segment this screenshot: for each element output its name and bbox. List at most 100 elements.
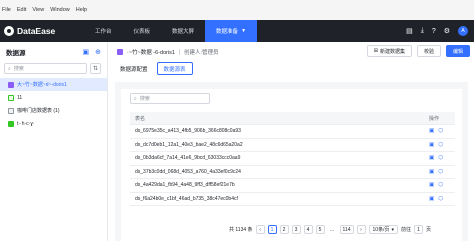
new-folder-icon[interactable]: ▣ (83, 48, 90, 56)
sidebar-item-datasource-4[interactable]: t··h·c·ɣ· (0, 117, 107, 130)
add-icon[interactable]: ⊕ (95, 48, 101, 56)
tab-label: 数据源配置 (120, 66, 148, 73)
window-menubar: File Edit View Window Help (0, 0, 474, 20)
sidebar-item-label: 咖啡门店数据表 (1) (17, 108, 60, 114)
create-dataset-icon[interactable]: ⬡ (438, 142, 443, 148)
tables-table: 表名 操作 ds_6975e35c_a413_4fb5_906b_366c808… (130, 112, 455, 206)
next-page-icon[interactable]: › (356, 225, 366, 234)
datasource-icon (8, 81, 14, 88)
datasource-title: ·~竹~数据 -6-doris1 (127, 50, 175, 56)
validate-label: 校验 (423, 48, 434, 55)
edit-label: 编辑 (452, 48, 463, 55)
menu-file[interactable]: File (2, 7, 11, 13)
view-icon[interactable]: ▣ (429, 128, 434, 134)
app-topbar: DataEase 工作台 仪表板 数据大屏 数据准备 ▼ ▤ ⤓ ? ⚙ A (0, 20, 474, 42)
settings-icon[interactable]: ⚙ (444, 27, 450, 35)
table-row[interactable]: ds_4a429da1_fb94_4a48_9ff3_dff58ef21e7b … (130, 179, 455, 193)
tab-datasource-tables[interactable]: 数据源表 (156, 62, 193, 75)
view-icon[interactable]: ▣ (429, 142, 434, 148)
view-icon[interactable]: ▣ (429, 182, 434, 188)
page-button[interactable]: 2 (279, 225, 289, 234)
create-dataset-icon[interactable]: ⬡ (438, 182, 443, 188)
table-name-cell: ds_f6a24b0e_c1bf_46ad_b735_38c47ec0b4cf (135, 195, 238, 202)
file-icon (8, 94, 14, 101)
tab-dashboard[interactable]: 仪表板 (123, 20, 162, 42)
datasource-sidebar: 数据源 ▣ ⊕ ⌕ 搜索 ⇅ 大~竹~数据~d~-doris1 11 咖啡门店数… (0, 42, 108, 241)
table-row[interactable]: ds_dc7d0eb1_12a1_40e3_bae2_48c6d65a20a2 … (130, 139, 455, 152)
table-name-cell: ds_dc7d0eb1_12a1_40e3_bae2_48c6d65a20a2 (135, 141, 243, 148)
total-count: 共 1134 条 (229, 227, 253, 233)
download-icon[interactable]: ⤓ (421, 27, 424, 35)
main-content: ·~竹~数据 -6-doris1 创建人:管理员 ⊞ 新建数据集 校验 编辑 数… (109, 42, 474, 241)
view-icon[interactable]: ▣ (429, 155, 434, 161)
creator-label: 创建人:管理员 (184, 50, 219, 56)
app-logo[interactable]: DataEase (0, 26, 84, 36)
page-size-value: 10条/页 (372, 227, 390, 233)
chevron-down-icon: ▼ (241, 28, 247, 34)
table-header: 表名 操作 (130, 112, 455, 125)
page-button[interactable]: 1 (267, 225, 277, 234)
table-search-input[interactable]: ⌕ 搜索 (130, 93, 210, 104)
tab-workbench[interactable]: 工作台 (84, 20, 123, 42)
sidebar-item-file-11[interactable]: 11 (0, 91, 107, 104)
topbar-icons: ▤ ⤓ ? ⚙ A (406, 20, 468, 42)
table-card: ⌕ 搜索 表名 操作 ds_6975e35c_a413_4fb5_906b_36… (121, 89, 462, 241)
page-button[interactable]: 5 (315, 225, 325, 234)
goto-suffix: 页 (426, 227, 432, 233)
menu-window[interactable]: Window (50, 7, 70, 13)
page-button[interactable]: 3 (291, 225, 301, 234)
sidebar-item-datasource-1[interactable]: 大~竹~数据~d~-doris1 (0, 78, 107, 91)
tab-data-screen-label: 数据大屏 (172, 29, 195, 35)
view-icon[interactable]: ▣ (429, 169, 434, 175)
table-row[interactable]: ds_6975e35c_a413_4fb5_906b_366c808c0a93 … (130, 125, 455, 139)
avatar[interactable]: A (458, 26, 468, 36)
subtabs: 数据源配置 数据源表 (117, 62, 193, 75)
table-row[interactable]: ds_37b3c0dd_068d_4053_a760_4a33ef0c9c24 … (130, 166, 455, 179)
table-row[interactable]: ds_f6a24b0e_c1bf_46ad_b735_38c47ec0b4cf … (130, 193, 455, 206)
tab-data-screen[interactable]: 数据大屏 (161, 20, 205, 42)
new-dataset-label: 新建数据集 (379, 48, 405, 55)
sidebar-search-row: ⌕ 搜索 ⇅ (4, 63, 101, 74)
help-icon[interactable]: ? (432, 28, 436, 35)
new-dataset-button[interactable]: ⊞ 新建数据集 (366, 45, 412, 57)
tab-data-prep[interactable]: 数据准备 ▼ (205, 20, 258, 42)
sidebar-search-placeholder: 搜索 (13, 66, 24, 72)
tab-data-prep-label: 数据准备 (216, 29, 239, 35)
content-panel: ⌕ 搜索 表名 操作 ds_6975e35c_a413_4fb5_906b_36… (115, 82, 468, 241)
prev-page-icon[interactable]: ‹ (255, 225, 265, 234)
page-button[interactable]: 4 (303, 225, 313, 234)
menu-help[interactable]: Help (76, 7, 87, 13)
pagination: 共 1134 条 ‹ 1 2 3 4 5 ... 114 › 10条/页 ▾ 前… (229, 225, 431, 234)
sidebar-search-input[interactable]: ⌕ 搜索 (4, 63, 87, 74)
app-name: DataEase (17, 26, 56, 36)
view-icon[interactable]: ▣ (429, 196, 434, 202)
column-header-name: 表名 (135, 115, 146, 122)
tab-datasource-config[interactable]: 数据源配置 (117, 62, 151, 75)
ellipsis[interactable]: ... (327, 225, 337, 234)
create-dataset-icon[interactable]: ⬡ (438, 169, 443, 175)
sort-icon[interactable]: ⇅ (90, 63, 101, 74)
table-name-cell: ds_37b3c0dd_068d_4053_a760_4a33ef0c9c24 (135, 168, 241, 175)
create-dataset-icon[interactable]: ⬡ (438, 196, 443, 202)
datasource-icon (8, 120, 14, 127)
tab-label: 数据源表 (163, 66, 186, 73)
datasource-icon (117, 49, 123, 55)
table-row[interactable]: ds_0b3da6cf_7a14_41e6_9bcd_63033ccc0aa9 … (130, 152, 455, 166)
menu-edit[interactable]: Edit (17, 7, 26, 13)
sidebar-item-coffee-store[interactable]: 咖啡门店数据表 (1) (0, 104, 107, 117)
column-header-action: 操作 (429, 115, 440, 122)
table-name-cell: ds_0b3da6cf_7a14_41e6_9bcd_63033ccc0aa9 (135, 155, 241, 162)
calendar-icon[interactable]: ▤ (406, 27, 413, 35)
page-size-select[interactable]: 10条/页 ▾ (368, 225, 398, 234)
page-button[interactable]: 114 (339, 225, 354, 234)
search-icon: ⌕ (8, 65, 11, 72)
goto-input[interactable]: 1 (414, 225, 423, 234)
validate-button[interactable]: 校验 (416, 45, 441, 57)
create-dataset-icon[interactable]: ⬡ (438, 128, 443, 134)
breadcrumb: ·~竹~数据 -6-doris1 创建人:管理员 (117, 48, 219, 56)
create-dataset-icon[interactable]: ⬡ (438, 155, 443, 161)
dataset-icon: ⊞ (373, 48, 378, 54)
menu-view[interactable]: View (32, 7, 44, 13)
edit-button[interactable]: 编辑 (445, 45, 470, 57)
sidebar-item-label: 大~竹~数据~d~-doris1 (17, 82, 67, 88)
